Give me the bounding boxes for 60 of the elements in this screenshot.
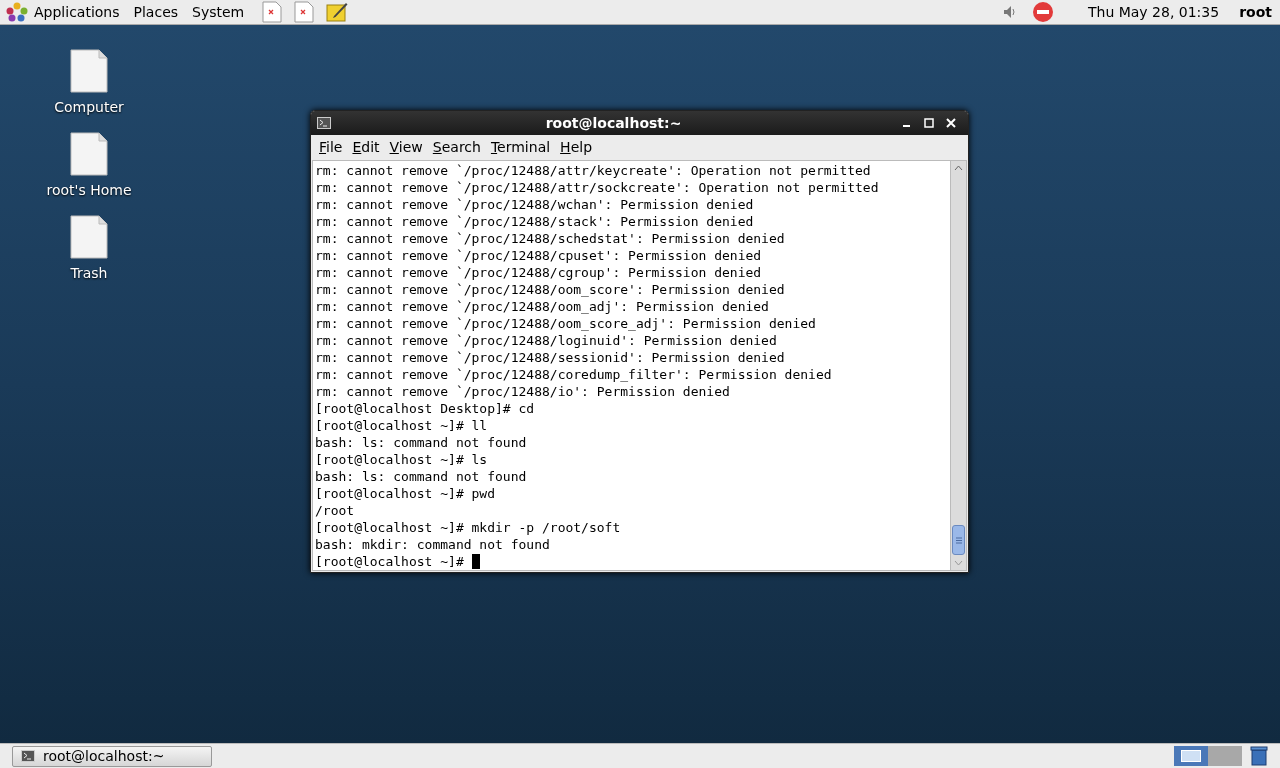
terminal-line: [root@localhost ~]# pwd [315, 485, 495, 502]
menu-item[interactable]: File [314, 137, 348, 158]
flower-logo-icon[interactable] [6, 2, 28, 22]
terminal-line: rm: cannot remove `/proc/12488/attr/sockcreate': Operation not permitted [315, 179, 879, 196]
terminal-line: bash: ls: command not found [315, 434, 527, 451]
document-icon[interactable] [294, 1, 315, 23]
terminal-line: rm: cannot remove `/proc/12488/stack': Permission denied [315, 213, 754, 230]
terminal-line: rm: cannot remove `/proc/12488/schedstat': Permission denied [315, 230, 785, 247]
terminal-line: rm: cannot remove `/proc/12488/sessionid': Permission denied [315, 349, 785, 366]
clock[interactable]: Thu May 28, 01:35 [1087, 1, 1220, 23]
workspace-switcher-cell[interactable] [1208, 746, 1242, 766]
terminal-line: rm: cannot remove `/proc/12488/cpuset': Permission denied [315, 247, 762, 264]
user-name[interactable]: root [1239, 1, 1272, 23]
terminal-line: rm: cannot remove `/proc/12488/attr/keycreate': Operation not permitted [315, 162, 871, 179]
taskbar-button[interactable]: root@localhost:~ [12, 745, 212, 767]
terminal-line: bash: ls: command not found [315, 468, 527, 485]
speaker-icon[interactable] [1001, 4, 1018, 20]
scroll-thumb[interactable] [952, 525, 965, 555]
terminal-line: [root@localhost ~]# ls [315, 451, 488, 468]
menu-item[interactable]: Search [427, 137, 486, 158]
file-icon [70, 49, 108, 93]
panel-menu[interactable]: System [192, 1, 245, 23]
workspace-switcher-cell[interactable] [1174, 746, 1208, 766]
terminal-line: rm: cannot remove `/proc/12488/oom_score_adj': Permission denied [315, 315, 816, 332]
terminal-line: rm: cannot remove `/proc/12488/cgroup': Permission denied [315, 264, 762, 281]
window-title: root@localhost:~ [544, 113, 683, 133]
terminal-line: /root [315, 502, 355, 519]
terminal-line: rm: cannot remove `/proc/12488/oom_adj': Permission denied [315, 298, 769, 315]
grip-icon [955, 536, 962, 544]
terminal-line: [root@localhost Desktop]# cd [315, 400, 535, 417]
terminal-icon [21, 750, 35, 762]
menu-item[interactable]: Edit [347, 137, 385, 158]
text-cursor [471, 554, 480, 569]
panel-menu[interactable]: Places [133, 1, 179, 23]
maximize-icon[interactable] [923, 117, 935, 129]
notepad-pencil-icon[interactable] [326, 1, 349, 23]
desktop-icon-label[interactable]: root's Home [46, 180, 132, 201]
menu-item[interactable]: Help [555, 137, 598, 158]
terminal-line: rm: cannot remove `/proc/12488/coredump_filter': Permission denied [315, 366, 832, 383]
terminal-line: rm: cannot remove `/proc/12488/oom_score': Permission denied [315, 281, 785, 298]
terminal-line: [root@localhost ~]# mkdir -p /root/soft [315, 519, 621, 536]
terminal-line: rm: cannot remove `/proc/12488/wchan': Permission denied [315, 196, 754, 213]
no-entry-icon[interactable] [1031, 1, 1054, 23]
file-icon [70, 132, 108, 176]
terminal-line: bash: mkdir: command not found [315, 536, 550, 553]
close-icon[interactable] [945, 117, 957, 129]
menu-item[interactable]: View [384, 137, 428, 158]
terminal-icon [317, 117, 331, 129]
trash-can-icon[interactable] [1250, 746, 1268, 766]
desktop-icon-label[interactable]: Computer [54, 97, 124, 118]
scrollbar[interactable] [950, 161, 966, 570]
terminal-line: [root@localhost ~]# [315, 553, 480, 570]
desktop-icon-label[interactable]: Trash [70, 263, 108, 284]
terminal-line: rm: cannot remove `/proc/12488/io': Permission denied [315, 383, 730, 400]
terminal-line: [root@localhost ~]# ll [315, 417, 488, 434]
terminal-line: rm: cannot remove `/proc/12488/loginuid': Permission denied [315, 332, 777, 349]
panel-menu[interactable]: Applications [34, 1, 120, 23]
file-icon [70, 215, 108, 259]
document-icon[interactable] [262, 1, 283, 23]
menu-item[interactable]: Terminal [485, 137, 556, 158]
